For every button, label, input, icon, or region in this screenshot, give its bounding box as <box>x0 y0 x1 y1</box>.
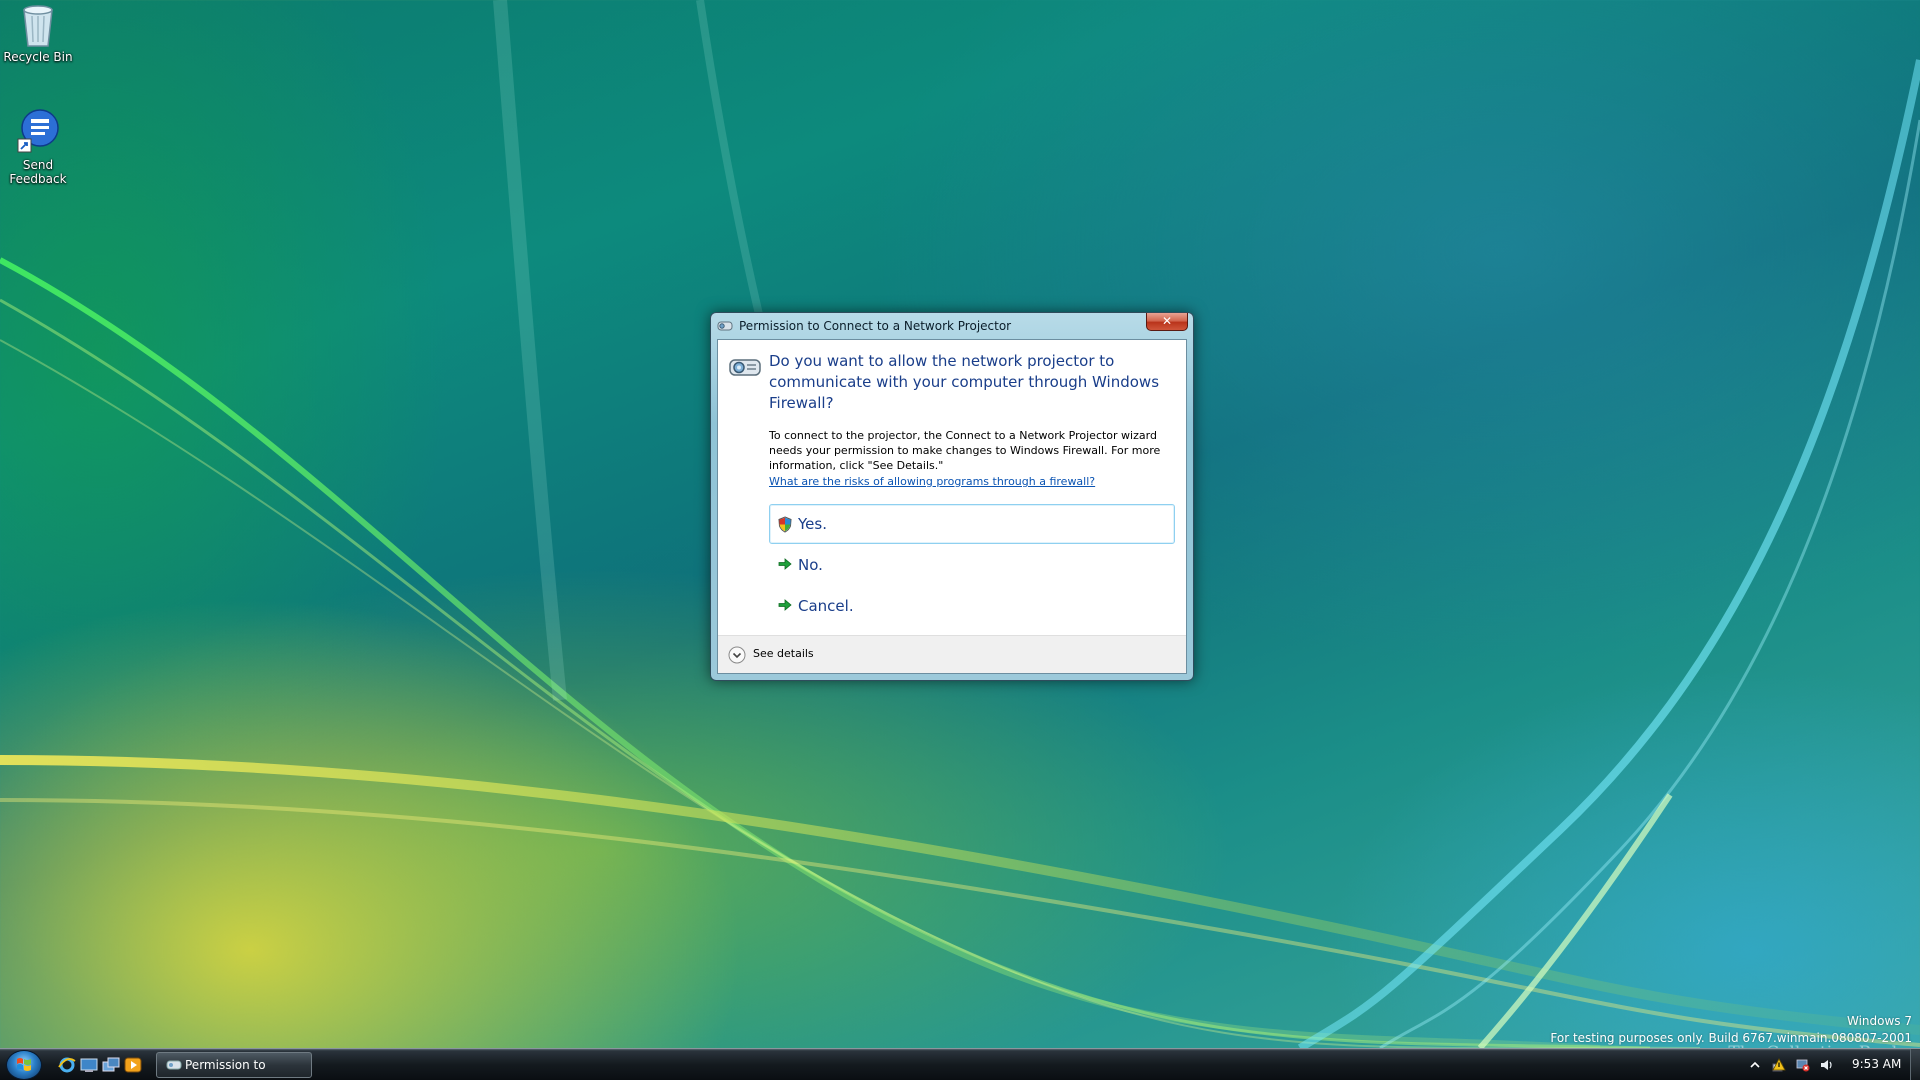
recycle-bin-icon <box>23 5 53 47</box>
windows-logo-icon <box>17 1058 31 1071</box>
desktop-icon-label: Send Feedback <box>9 158 67 186</box>
network-projector-icon <box>729 359 761 376</box>
media-player-icon[interactable] <box>124 1057 142 1073</box>
cancel-label: Cancel. <box>798 597 854 615</box>
desktop-icon-send-feedback[interactable]: Send Feedback <box>0 108 76 186</box>
yes-command-button[interactable]: Yes. <box>769 504 1175 544</box>
taskbar-clock[interactable]: 9:53 AM <box>1852 1057 1901 1071</box>
main-instruction: Do you want to allow the network project… <box>769 352 1160 412</box>
taskbar-button-permission[interactable]: Permission to Conn... <box>156 1052 312 1078</box>
show-desktop-button[interactable] <box>1910 1049 1920 1080</box>
shield-icon <box>778 516 792 533</box>
content-text: To connect to the projector, the Connect… <box>769 429 1161 472</box>
taskbar: Permission to Conn... 9:53 AM <box>0 1048 1920 1080</box>
close-button[interactable]: ✕ <box>1146 313 1188 331</box>
switch-windows-icon[interactable] <box>102 1057 120 1073</box>
start-button[interactable] <box>6 1050 42 1080</box>
taskbar-button-label: Permission to Conn... <box>185 1058 266 1072</box>
os-version-watermark: Windows 7 <box>1846 1014 1912 1028</box>
green-arrow-icon <box>778 558 792 570</box>
desktop-icon-recycle-bin[interactable]: Recycle Bin <box>0 2 76 64</box>
action-center-warning-icon[interactable] <box>1772 1058 1786 1072</box>
projector-icon <box>166 1060 182 1070</box>
no-command-button[interactable]: No. <box>769 545 1175 585</box>
cancel-command-button[interactable]: Cancel. <box>769 586 1175 626</box>
permission-dialog: Permission to Connect to a Network Proje… <box>710 312 1194 681</box>
no-label: No. <box>798 556 823 574</box>
see-details-toggle[interactable]: See details <box>753 647 814 660</box>
dialog-content: Do you want to allow the network project… <box>717 339 1187 674</box>
show-hidden-icons-icon[interactable] <box>1748 1058 1762 1072</box>
green-arrow-icon <box>778 599 792 611</box>
close-icon: ✕ <box>1161 314 1173 328</box>
network-disconnected-icon[interactable] <box>1796 1058 1810 1072</box>
feedback-icon <box>17 109 59 153</box>
dialog-titlebar[interactable]: Permission to Connect to a Network Proje… <box>711 313 1193 339</box>
dialog-footer: See details <box>718 635 1186 673</box>
dialog-title: Permission to Connect to a Network Proje… <box>739 319 1012 333</box>
show-desktop-icon[interactable] <box>80 1057 98 1073</box>
internet-explorer-icon[interactable] <box>58 1057 76 1073</box>
firewall-risks-link[interactable]: What are the risks of allowing programs … <box>769 474 1095 489</box>
chevron-down-icon[interactable] <box>728 646 746 664</box>
projector-icon <box>717 321 733 331</box>
volume-icon[interactable] <box>1820 1058 1834 1072</box>
yes-label: Yes. <box>798 515 827 533</box>
desktop-icon-label: Recycle Bin <box>3 50 73 64</box>
